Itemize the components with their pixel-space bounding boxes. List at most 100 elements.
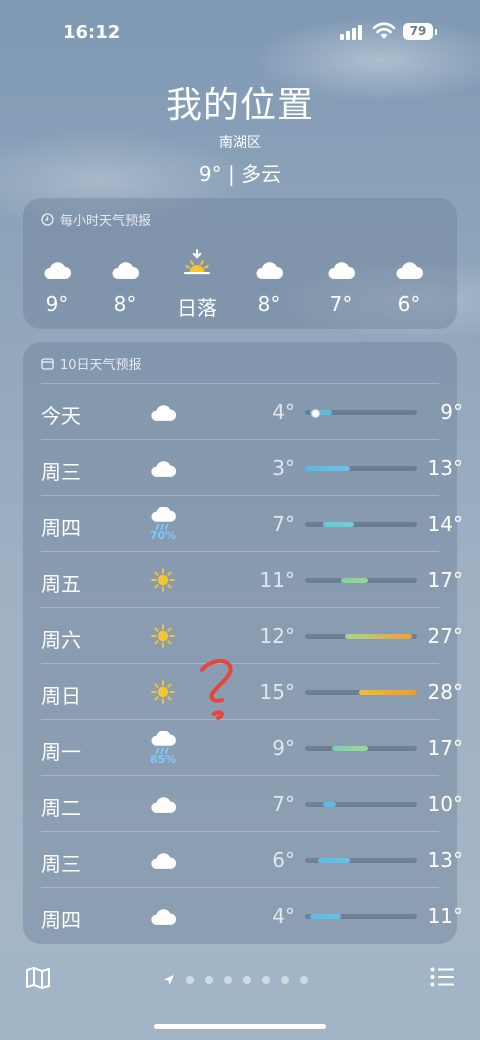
daily-row[interactable]: 周四 4° 11° (23, 888, 463, 944)
wifi-icon (372, 22, 396, 39)
low-temp: 7° (272, 512, 295, 536)
map-icon[interactable] (25, 966, 51, 990)
current-conditions: 9° | 多云 (198, 162, 282, 186)
daily-row[interactable]: 周一 85% 9° 17° (23, 720, 463, 776)
clock-icon (41, 213, 54, 226)
hourly-item: 日落 (167, 244, 227, 321)
high-temp: 13° (427, 848, 463, 872)
low-temp: 11° (259, 568, 295, 592)
high-temp: 13° (427, 456, 463, 480)
temp-range-fill (318, 858, 350, 863)
cloud-icon (239, 244, 299, 280)
high-temp: 28° (427, 680, 463, 704)
precip-probability: 70% (149, 528, 177, 542)
temp-range-bar (305, 914, 417, 919)
low-temp: 4° (272, 904, 295, 928)
hourly-forecast-card[interactable]: 每小时天气预报 9° 8° 日落 8° 7° 6° (23, 198, 457, 329)
red-scribble (200, 659, 233, 720)
cloud-icon (379, 244, 439, 280)
location-title: 我的位置 (165, 85, 314, 126)
temp-range-bar (305, 409, 417, 418)
hourly-item: 8° (239, 244, 299, 316)
daily-row[interactable]: 周四 70% 7° 14° (23, 496, 463, 552)
daily-title-text: 10日天气预报 (60, 358, 142, 373)
day-label: 周三 (41, 852, 81, 876)
sun-icon (143, 672, 183, 712)
day-label: 周二 (41, 796, 81, 820)
daily-forecast-card[interactable]: 10日天气预报 今天 4° 9° 周三 3° 13° 周四 70% 7° 14° 周五 11° 17° 周… (23, 342, 463, 944)
daily-row[interactable]: 周三 6° 13° (23, 832, 463, 888)
temp-range-bar (305, 802, 417, 807)
page-dot (186, 976, 194, 984)
hourly-value: 9° (45, 292, 69, 316)
hourly-value: 6° (397, 292, 421, 316)
temp-range-bar (305, 522, 417, 527)
cloud-icon (143, 840, 183, 880)
sun-icon (143, 616, 183, 656)
hourly-item: 7° (311, 244, 371, 316)
day-label: 周日 (41, 684, 81, 708)
location-header: 我的位置 南湖区 9° | 多云 (0, 72, 480, 187)
temp-range-fill (305, 466, 350, 471)
precip-probability: 85% (149, 752, 177, 766)
daily-row[interactable]: 今天 4° 9° (23, 384, 463, 440)
high-temp: 9° (440, 400, 463, 424)
low-temp: 4° (272, 400, 295, 424)
cloud-icon (143, 896, 183, 936)
hourly-title: 每小时天气预报 (41, 210, 151, 229)
cloud-icon (143, 784, 183, 824)
current-temp-dot (310, 409, 320, 418)
hourly-value: 7° (329, 292, 353, 316)
rain-icon: 85% (143, 728, 183, 768)
hourly-title-text: 每小时天气预报 (60, 214, 152, 229)
temp-range-fill (309, 914, 341, 919)
day-label: 周六 (41, 628, 81, 652)
low-temp: 6° (272, 848, 295, 872)
daily-row[interactable]: 周三 3° 13° (23, 440, 463, 496)
sun-icon (143, 560, 183, 600)
high-temp: 17° (427, 568, 463, 592)
cloud-icon (311, 244, 371, 280)
high-temp: 11° (427, 904, 463, 928)
page-dot (224, 976, 232, 984)
page-dot (281, 976, 289, 984)
cloud-icon (143, 448, 183, 488)
page-dot (243, 976, 251, 984)
temp-range-fill (322, 802, 337, 807)
page-dot (205, 976, 213, 984)
page-dot (300, 976, 308, 984)
high-temp: 14° (427, 512, 463, 536)
daily-title: 10日天气预报 (41, 354, 142, 373)
high-temp: 10° (427, 792, 463, 816)
temp-range-bar (305, 634, 417, 639)
signal-icon (340, 24, 366, 40)
temp-range-bar (305, 746, 417, 751)
low-temp: 12° (259, 624, 295, 648)
temp-range-fill (340, 578, 368, 583)
cloud-icon (143, 392, 183, 432)
daily-row[interactable]: 周五 11° 17° (23, 552, 463, 608)
status-time: 16:12 (63, 22, 121, 43)
temp-range-fill (358, 690, 417, 695)
day-label: 周一 (41, 740, 81, 764)
temp-range-bar (305, 690, 417, 695)
rain-icon: 70% (143, 504, 183, 544)
temp-range-fill (331, 746, 368, 751)
page-dot (262, 976, 270, 984)
day-label: 周五 (41, 572, 81, 596)
hourly-value: 日落 (177, 296, 217, 320)
home-indicator (154, 1024, 326, 1029)
day-label: 周三 (41, 460, 81, 484)
page-indicator[interactable] (163, 974, 308, 986)
low-temp: 3° (272, 456, 295, 480)
cloud-icon (27, 244, 87, 280)
day-label: 周四 (41, 516, 81, 540)
daily-row[interactable]: 周二 7° 10° (23, 776, 463, 832)
list-icon[interactable] (430, 967, 455, 987)
low-temp: 7° (272, 792, 295, 816)
battery-icon: 79 (403, 23, 437, 40)
location-district: 南湖区 (219, 135, 261, 151)
temp-range-fill (345, 634, 413, 639)
cloud-icon (95, 244, 155, 280)
high-temp: 17° (427, 736, 463, 760)
